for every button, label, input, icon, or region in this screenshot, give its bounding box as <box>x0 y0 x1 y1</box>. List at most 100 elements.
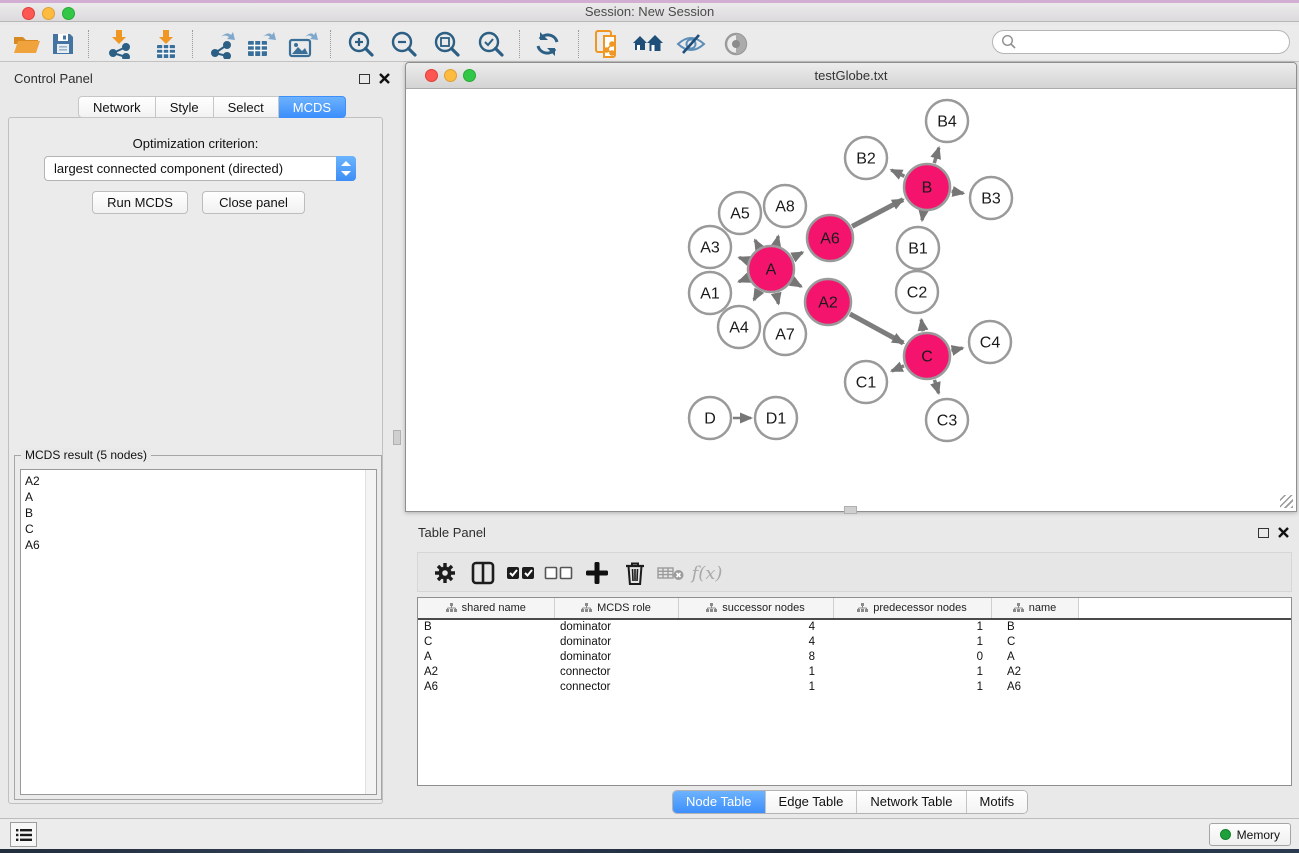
graph-edge[interactable] <box>952 191 964 193</box>
float-panel-icon[interactable] <box>359 74 370 84</box>
column-view-icon[interactable] <box>466 556 500 590</box>
tab-motifs[interactable]: Motifs <box>966 791 1028 813</box>
float-panel-icon[interactable] <box>1258 528 1269 538</box>
graph-edge[interactable] <box>739 278 748 281</box>
mcds-result-item[interactable]: A <box>25 489 376 505</box>
clone-network-icon[interactable] <box>589 27 625 61</box>
mcds-result-item[interactable]: C <box>25 521 376 537</box>
table-cell[interactable]: dominator <box>554 619 678 634</box>
table-row[interactable]: Bdominator41B <box>418 619 1291 634</box>
search-field[interactable] <box>992 30 1290 54</box>
close-view-button[interactable] <box>425 69 438 82</box>
graph-edge[interactable] <box>793 252 802 257</box>
table-cell[interactable]: A <box>991 649 1078 664</box>
zoom-fit-icon[interactable] <box>429 27 465 61</box>
table-cell[interactable]: C <box>418 634 554 649</box>
graph-edge[interactable] <box>921 320 923 332</box>
column-header[interactable]: MCDS role <box>554 598 678 619</box>
search-input[interactable] <box>1017 35 1267 49</box>
graph-edge[interactable] <box>951 348 962 351</box>
network-window-titlebar[interactable]: testGlobe.txt <box>406 63 1296 89</box>
column-header[interactable]: predecessor nodes <box>833 598 991 619</box>
table-row[interactable]: A6connector11A6 <box>418 679 1291 694</box>
table-cell[interactable]: connector <box>554 679 678 694</box>
table-cell[interactable]: 1 <box>678 664 833 679</box>
table-cell[interactable]: 1 <box>833 634 991 649</box>
select-all-icon[interactable] <box>504 556 538 590</box>
table-row[interactable]: Adominator80A <box>418 649 1291 664</box>
tab-network[interactable]: Network <box>78 96 156 118</box>
table-cell[interactable]: A2 <box>991 664 1078 679</box>
save-session-icon[interactable] <box>45 27 81 61</box>
graph-edge[interactable] <box>922 212 923 221</box>
graph-edge[interactable] <box>776 236 778 244</box>
delete-column-icon[interactable] <box>618 556 652 590</box>
zoom-window-button[interactable] <box>62 7 75 20</box>
mcds-result-item[interactable]: B <box>25 505 376 521</box>
close-window-button[interactable] <box>22 7 35 20</box>
tab-style[interactable]: Style <box>156 96 214 118</box>
table-cell[interactable]: A <box>418 649 554 664</box>
minimize-view-button[interactable] <box>444 69 457 82</box>
table-cell[interactable]: dominator <box>554 649 678 664</box>
horizontal-splitter-handle[interactable] <box>844 506 857 514</box>
graph-edge[interactable] <box>934 380 938 393</box>
mcds-result-list[interactable]: A2ABCA6 <box>20 469 377 795</box>
table-cell[interactable]: B <box>418 619 554 634</box>
table-cell[interactable]: A6 <box>991 679 1078 694</box>
graph-edge[interactable] <box>776 293 778 303</box>
graph-edge[interactable] <box>754 291 759 300</box>
column-header[interactable]: shared name <box>418 598 554 619</box>
network-canvas[interactable]: B4B2BB3A5A8A6A3AB1A1C2A2A4A7C4CC1DD1C3 <box>407 89 1295 511</box>
column-header[interactable]: name <box>991 598 1078 619</box>
table-cell[interactable]: C <box>991 634 1078 649</box>
show-graphics-details-icon[interactable] <box>718 27 754 61</box>
zoom-selected-icon[interactable] <box>473 27 509 61</box>
table-cell[interactable]: connector <box>554 664 678 679</box>
refresh-view-icon[interactable] <box>530 27 566 61</box>
open-session-icon[interactable] <box>9 27 45 61</box>
run-mcds-button[interactable]: Run MCDS <box>92 191 188 214</box>
maximize-view-button[interactable] <box>463 69 476 82</box>
import-table-icon[interactable] <box>148 27 184 61</box>
tab-network-table[interactable]: Network Table <box>856 791 965 813</box>
table-cell[interactable]: 4 <box>678 634 833 649</box>
add-column-icon[interactable] <box>580 556 614 590</box>
open-browser-home-icon[interactable] <box>630 27 666 61</box>
gear-icon[interactable] <box>428 556 462 590</box>
scrollbar-track[interactable] <box>365 470 376 794</box>
tab-edge-table[interactable]: Edge Table <box>765 791 857 813</box>
import-network-icon[interactable] <box>102 27 138 61</box>
task-history-button[interactable] <box>10 822 37 847</box>
export-image-icon[interactable] <box>285 27 321 61</box>
tab-mcds[interactable]: MCDS <box>279 96 346 118</box>
mcds-result-item[interactable]: A6 <box>25 537 376 553</box>
table-cell[interactable]: B <box>991 619 1078 634</box>
table-cell[interactable]: A6 <box>418 679 554 694</box>
table-cell[interactable]: 4 <box>678 619 833 634</box>
table-cell[interactable]: 1 <box>678 679 833 694</box>
zoom-out-icon[interactable] <box>386 27 422 61</box>
graph-edge[interactable] <box>891 170 904 176</box>
graph-edge[interactable] <box>850 314 903 343</box>
zoom-in-icon[interactable] <box>343 27 379 61</box>
table-cell[interactable]: 8 <box>678 649 833 664</box>
export-table-icon[interactable] <box>243 27 279 61</box>
hide-graphics-details-icon[interactable] <box>673 27 709 61</box>
deselect-all-icon[interactable] <box>542 556 576 590</box>
graph-edge[interactable] <box>934 148 939 163</box>
close-panel-icon[interactable] <box>1278 527 1289 538</box>
graph-edge[interactable] <box>892 366 904 371</box>
minimize-window-button[interactable] <box>42 7 55 20</box>
node-table[interactable]: shared nameMCDS rolesuccessor nodesprede… <box>417 597 1292 786</box>
graph-edge[interactable] <box>739 258 747 261</box>
tab-node-table[interactable]: Node Table <box>673 791 765 813</box>
tab-select[interactable]: Select <box>214 96 279 118</box>
table-cell[interactable]: 1 <box>833 679 991 694</box>
table-cell[interactable]: 1 <box>833 619 991 634</box>
vertical-splitter-handle[interactable] <box>393 430 401 445</box>
table-row[interactable]: A2connector11A2 <box>418 664 1291 679</box>
graph-edge[interactable] <box>755 240 759 247</box>
graph-edge[interactable] <box>793 282 802 287</box>
mcds-result-item[interactable]: A2 <box>25 473 376 489</box>
